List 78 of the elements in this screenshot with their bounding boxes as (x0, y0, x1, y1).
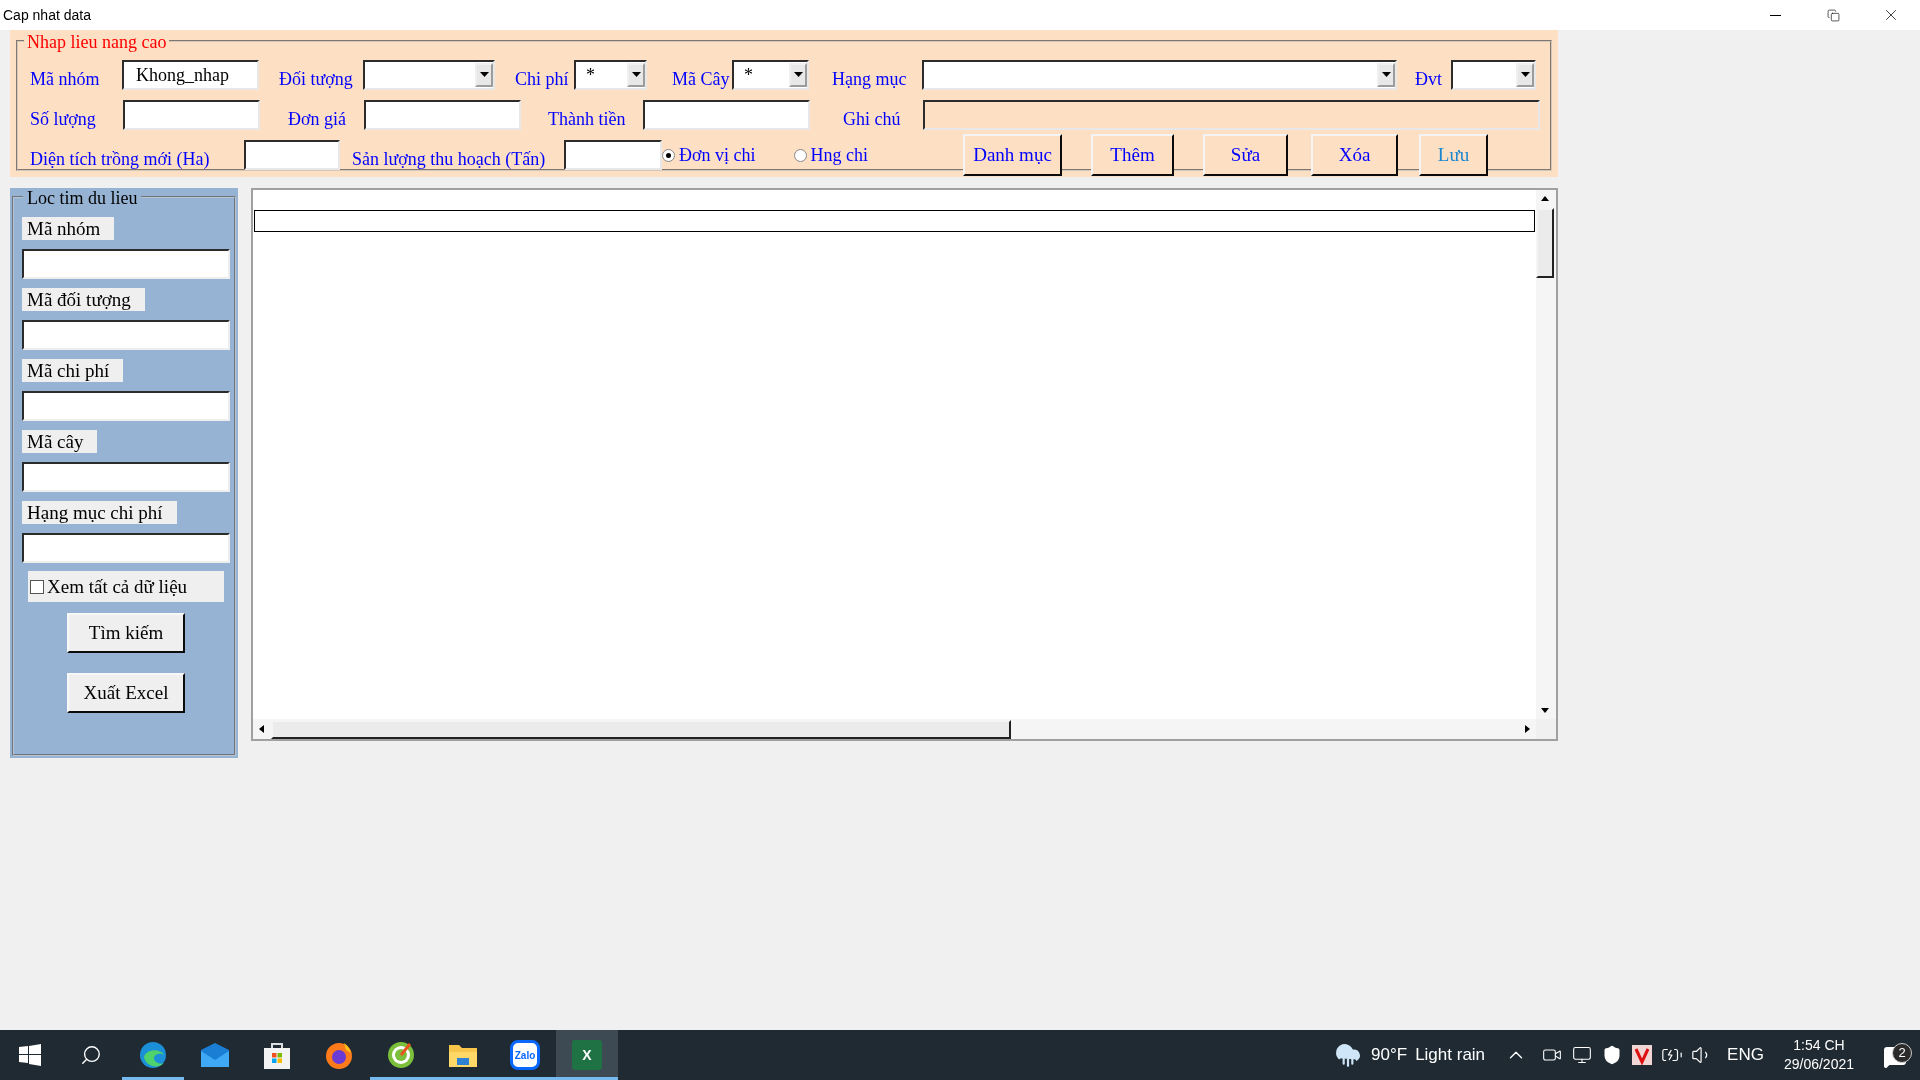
field-label: Sản lượng thu hoạch (Tấn) (351, 148, 547, 170)
dropdown-caret-icon (1381, 72, 1391, 78)
field-label: Đơn giá (287, 108, 347, 130)
clock[interactable]: 1:54 CH 29/06/2021 (1783, 1036, 1854, 1074)
notification-button[interactable]: 2 (1870, 1041, 1920, 1069)
field-label: Đvt (1414, 68, 1443, 90)
field-label: Mã nhóm (29, 68, 101, 90)
dropdown-field[interactable] (922, 60, 1397, 90)
window-title: Cap nhat data (3, 7, 92, 23)
field-label: Ghi chú (842, 108, 902, 130)
action-button[interactable]: Sửa (1203, 134, 1288, 176)
language-indicator[interactable]: ENG (1727, 1045, 1764, 1065)
dropdown-caret-icon (1520, 72, 1530, 78)
dropdown-field[interactable] (363, 60, 495, 90)
action-button[interactable]: Xóa (1311, 134, 1398, 176)
action-button[interactable]: Danh mục (963, 134, 1062, 176)
chat-app-logo: Zalo (510, 1040, 540, 1070)
filter-button[interactable]: Tìm kiếm (67, 613, 185, 653)
text-field[interactable] (123, 100, 260, 130)
text-field[interactable] (22, 320, 230, 350)
envelope-icon (200, 1042, 230, 1068)
text-field[interactable] (564, 140, 662, 170)
weather-condition[interactable]: Light rain (1415, 1045, 1486, 1065)
scrollbar-corner (1536, 719, 1556, 739)
text-field[interactable] (22, 249, 230, 279)
shopping-bag-icon (263, 1040, 291, 1070)
v-letter-logo-icon[interactable] (1632, 1045, 1653, 1065)
grid-row[interactable] (254, 210, 1535, 232)
dropdown-field[interactable]: * (574, 60, 647, 90)
spreadsheet-app-logo: X (572, 1040, 602, 1070)
dropdown-caret-icon (479, 72, 489, 78)
taskbar-app-button[interactable]: X (556, 1030, 618, 1080)
scrollbar-thumb[interactable] (1536, 208, 1554, 278)
folder-icon (448, 1042, 478, 1068)
field-label: Mã Cây (671, 68, 731, 90)
round-logo-icon (386, 1040, 416, 1070)
field-label: Đối tượng (278, 68, 354, 90)
shield-icon[interactable] (1602, 1045, 1623, 1065)
field-label: Chi phí (514, 68, 570, 90)
notification-count: 2 (1892, 1042, 1912, 1063)
restore-icon (1826, 8, 1840, 22)
scrollbar-thumb[interactable] (271, 719, 1011, 739)
dropdown-caret-icon (631, 72, 641, 78)
text-field[interactable] (22, 533, 230, 563)
vertical-scrollbar[interactable] (1536, 190, 1556, 719)
text-field[interactable] (364, 100, 521, 130)
horizontal-scrollbar[interactable] (253, 719, 1536, 739)
show-all-checkbox[interactable]: Xem tất cả dữ liệu (28, 571, 224, 602)
filter-button[interactable]: Xuất Excel (67, 673, 185, 713)
field-label: Mã cây (22, 430, 98, 453)
field-label: Mã nhóm (22, 217, 115, 240)
field-label: Thành tiền (547, 108, 627, 130)
text-field[interactable] (643, 100, 810, 130)
text-field[interactable] (22, 462, 230, 492)
text-field[interactable] (244, 140, 340, 170)
text-field[interactable]: Khong_nhap (122, 60, 259, 90)
radio-option[interactable]: Hng chi (793, 144, 868, 166)
minimize-icon (1769, 14, 1781, 16)
text-field[interactable] (22, 391, 230, 421)
swirl-logo-icon (138, 1040, 168, 1070)
field-label: Hạng mục (831, 68, 908, 90)
windows-logo-icon (19, 1044, 41, 1066)
panel-title: Nhap lieu nang cao (24, 32, 170, 52)
radio-option[interactable]: Đơn vị chi (662, 144, 756, 166)
weather-icon[interactable] (1335, 1042, 1362, 1068)
action-button[interactable]: Thêm (1091, 134, 1174, 176)
field-label: Diện tích trồng mới (Ha) (29, 148, 211, 170)
field-label: Hạng mục chi phí (22, 501, 177, 524)
fox-logo-icon (324, 1040, 354, 1070)
dropdown-field[interactable] (1451, 60, 1536, 90)
monitor-icon[interactable] (1572, 1045, 1593, 1065)
dropdown-caret-icon (793, 72, 803, 78)
weather-temperature[interactable]: 90°F (1371, 1045, 1408, 1065)
field-label: Số lượng (29, 108, 97, 130)
field-label: Mã chi phí (22, 359, 124, 382)
field-label: Mã đối tượng (22, 288, 145, 311)
dropdown-field[interactable]: * (732, 60, 809, 90)
search-icon (80, 1044, 102, 1066)
